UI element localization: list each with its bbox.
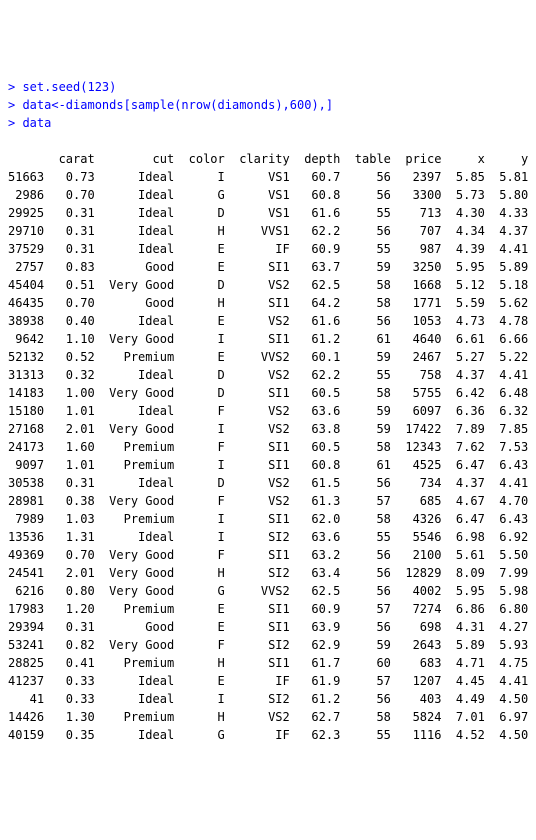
table-row: 9097 1.01 Premium I SI1 60.8 61 4525 6.4… (8, 456, 528, 474)
code-text: set.seed(123) (22, 80, 116, 94)
table-row: 38938 0.40 Ideal E VS2 61.6 56 1053 4.73… (8, 312, 528, 330)
code-text: data<-diamonds[sample(nrow(diamonds),600… (22, 98, 333, 112)
console-line: > set.seed(123) (8, 78, 528, 96)
table-row: 45404 0.51 Very Good D VS2 62.5 58 1668 … (8, 276, 528, 294)
table-row: 37529 0.31 Ideal E IF 60.9 55 987 4.39 4… (8, 240, 528, 258)
table-row: 14426 1.30 Premium H VS2 62.7 58 5824 7.… (8, 708, 528, 726)
table-row: 2757 0.83 Good E SI1 63.7 59 3250 5.95 5… (8, 258, 528, 276)
console-line: > data<-diamonds[sample(nrow(diamonds),6… (8, 96, 528, 114)
table-row: 41237 0.33 Ideal E IF 61.9 57 1207 4.45 … (8, 672, 528, 690)
table-row: 24541 2.01 Very Good H SI2 63.4 56 12829… (8, 564, 528, 582)
table-row: 9642 1.10 Very Good I SI1 61.2 61 4640 6… (8, 330, 528, 348)
console-line: > data (8, 114, 528, 132)
table-row: 17983 1.20 Premium E SI1 60.9 57 7274 6.… (8, 600, 528, 618)
prompt-symbol: > (8, 98, 22, 112)
table-row: 29710 0.31 Ideal H VVS1 62.2 56 707 4.34… (8, 222, 528, 240)
header-row: carat cut color clarity depth table pric… (8, 150, 528, 168)
data-frame-output: carat cut color clarity depth table pric… (8, 150, 528, 744)
table-row: 53241 0.82 Very Good F SI2 62.9 59 2643 … (8, 636, 528, 654)
table-row: 31313 0.32 Ideal D VS2 62.2 55 758 4.37 … (8, 366, 528, 384)
prompt-symbol: > (8, 116, 22, 130)
table-row: 28825 0.41 Premium H SI1 61.7 60 683 4.7… (8, 654, 528, 672)
table-row: 29394 0.31 Good E SI1 63.9 56 698 4.31 4… (8, 618, 528, 636)
table-row: 24173 1.60 Premium F SI1 60.5 58 12343 7… (8, 438, 528, 456)
code-text: data (22, 116, 51, 130)
table-row: 29925 0.31 Ideal D VS1 61.6 55 713 4.30 … (8, 204, 528, 222)
table-row: 7989 1.03 Premium I SI1 62.0 58 4326 6.4… (8, 510, 528, 528)
r-console: > set.seed(123)> data<-diamonds[sample(n… (8, 78, 528, 132)
prompt-symbol: > (8, 80, 22, 94)
table-row: 52132 0.52 Premium E VVS2 60.1 59 2467 5… (8, 348, 528, 366)
table-row: 15180 1.01 Ideal F VS2 63.6 59 6097 6.36… (8, 402, 528, 420)
table-row: 27168 2.01 Very Good I VS2 63.8 59 17422… (8, 420, 528, 438)
table-row: 30538 0.31 Ideal D VS2 61.5 56 734 4.37 … (8, 474, 528, 492)
table-row: 13536 1.31 Ideal I SI2 63.6 55 5546 6.98… (8, 528, 528, 546)
table-row: 51663 0.73 Ideal I VS1 60.7 56 2397 5.85… (8, 168, 528, 186)
table-row: 40159 0.35 Ideal G IF 62.3 55 1116 4.52 … (8, 726, 528, 744)
table-row: 41 0.33 Ideal I SI2 61.2 56 403 4.49 4.5… (8, 690, 528, 708)
table-row: 6216 0.80 Very Good G VVS2 62.5 56 4002 … (8, 582, 528, 600)
table-row: 46435 0.70 Good H SI1 64.2 58 1771 5.59 … (8, 294, 528, 312)
table-row: 28981 0.38 Very Good F VS2 61.3 57 685 4… (8, 492, 528, 510)
table-row: 14183 1.00 Very Good D SI1 60.5 58 5755 … (8, 384, 528, 402)
table-row: 49369 0.70 Very Good F SI1 63.2 56 2100 … (8, 546, 528, 564)
table-row: 2986 0.70 Ideal G VS1 60.8 56 3300 5.73 … (8, 186, 528, 204)
